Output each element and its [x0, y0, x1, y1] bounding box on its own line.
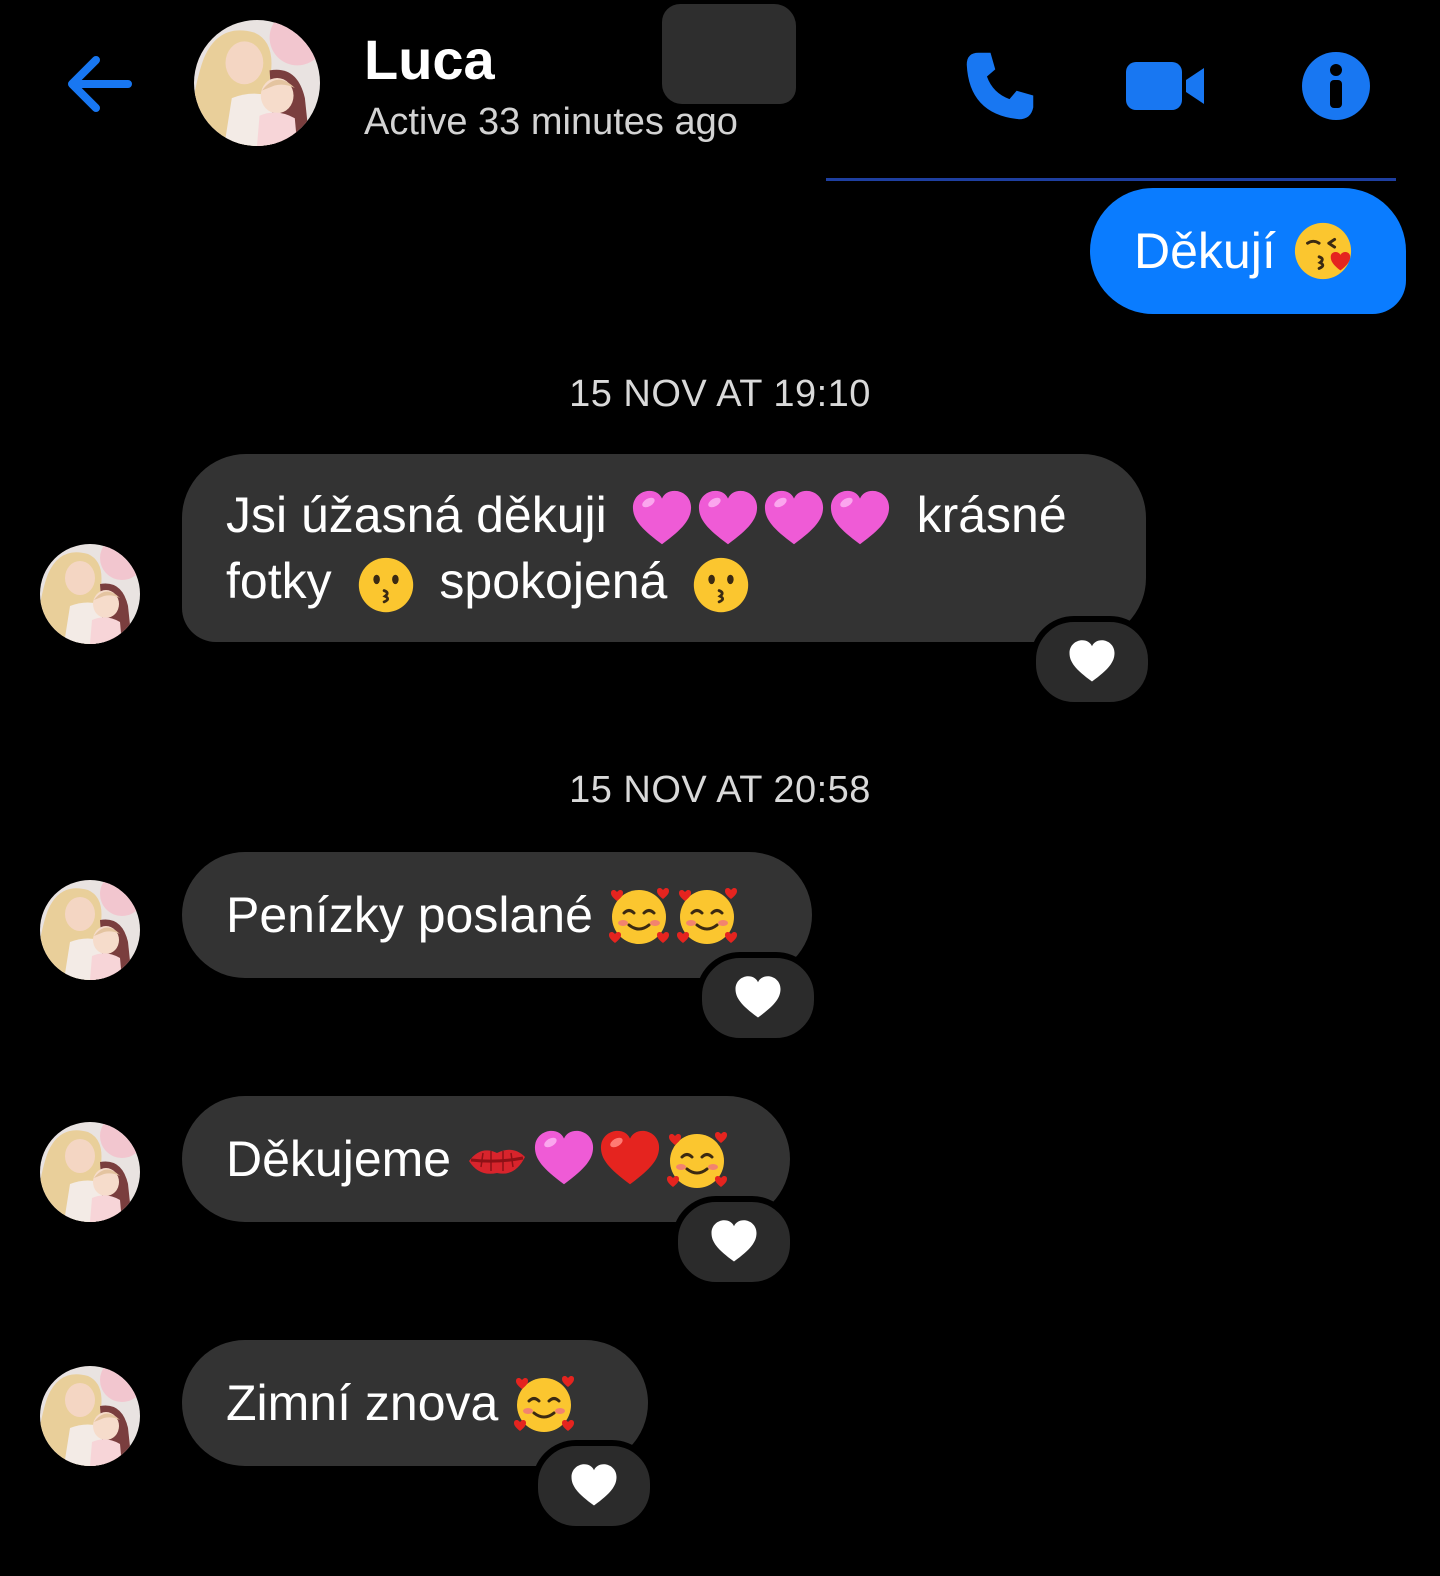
kissing-heart-face-emoji-icon: [1292, 220, 1354, 282]
red-heart-emoji-icon: [599, 1128, 661, 1190]
pink-heart-emoji-icon: [763, 488, 825, 550]
info-icon: [1302, 52, 1370, 120]
heart-reaction[interactable]: [532, 1440, 656, 1532]
message-text: Děkují: [1134, 223, 1276, 279]
header-divider: [826, 178, 1396, 181]
pink-heart-emoji-icon: [829, 488, 891, 550]
sender-avatar[interactable]: [40, 544, 140, 644]
smiling-face-with-hearts-emoji-icon: [665, 1127, 729, 1191]
smiling-face-with-hearts-emoji-icon: [607, 883, 671, 947]
message-text: Zimní znova: [226, 1375, 499, 1431]
contact-name[interactable]: Luca: [364, 28, 495, 92]
heart-reaction[interactable]: [672, 1196, 796, 1288]
white-heart-icon: [569, 1462, 619, 1510]
message-text: spokojená: [439, 553, 668, 609]
smiling-face-with-hearts-emoji-icon: [675, 883, 739, 947]
arrow-left-icon: [68, 56, 132, 112]
sender-avatar[interactable]: [40, 1122, 140, 1222]
pink-heart-emoji-icon: [631, 488, 693, 550]
pink-heart-emoji-icon: [533, 1128, 595, 1190]
timestamp: 15 NOV AT 19:10: [569, 373, 871, 415]
video-camera-icon: [1126, 62, 1204, 110]
message-text: Děkujeme: [226, 1131, 452, 1187]
info-button[interactable]: [1294, 44, 1378, 128]
redaction-block: [662, 4, 796, 104]
kiss-mark-emoji-icon: [465, 1127, 529, 1191]
call-button[interactable]: [958, 44, 1042, 128]
sender-avatar[interactable]: [40, 880, 140, 980]
white-heart-icon: [1067, 638, 1117, 686]
message-text: fotky: [226, 553, 332, 609]
message-text: Jsi úžasná děkuji: [226, 487, 607, 543]
kissing-face-emoji-icon: [691, 555, 751, 615]
white-heart-icon: [733, 974, 783, 1022]
heart-reaction[interactable]: [1030, 616, 1154, 708]
contact-avatar[interactable]: [194, 20, 320, 146]
outgoing-message[interactable]: Děkují: [1090, 188, 1406, 314]
sender-avatar[interactable]: [40, 1366, 140, 1466]
timestamp: 15 NOV AT 20:58: [569, 769, 871, 811]
white-heart-icon: [709, 1218, 759, 1266]
message-text: Penízky poslané: [226, 887, 593, 943]
active-status: Active 33 minutes ago: [364, 101, 738, 143]
video-call-button[interactable]: [1124, 44, 1208, 128]
message-text: krásné: [916, 487, 1067, 543]
smiling-face-with-hearts-emoji-icon: [512, 1371, 576, 1435]
phone-icon: [966, 52, 1034, 120]
kissing-face-emoji-icon: [356, 555, 416, 615]
incoming-message[interactable]: Jsi úžasná děkuji krásné fotky spokojená: [182, 454, 1146, 642]
pink-heart-emoji-icon: [697, 488, 759, 550]
back-button[interactable]: [58, 44, 138, 124]
heart-reaction[interactable]: [696, 952, 820, 1044]
